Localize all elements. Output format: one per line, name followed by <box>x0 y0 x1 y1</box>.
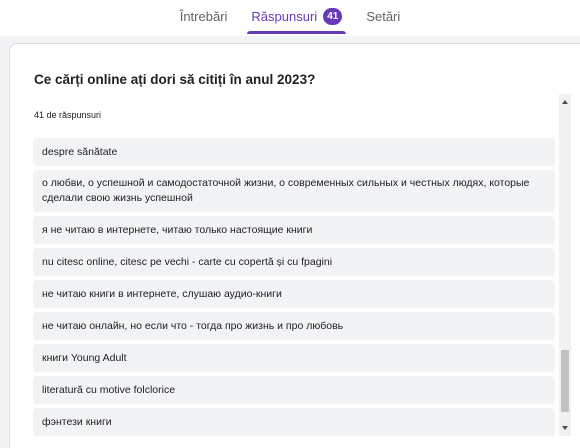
response-item: не читаю книги в интернете, слушаю аудио… <box>33 280 555 308</box>
response-text: не читаю книги в интернете, слушаю аудио… <box>42 287 282 300</box>
arrow-down-icon[interactable] <box>562 426 568 430</box>
response-text: о любви, о успешной и самодостаточной жи… <box>42 177 530 204</box>
response-item: о любви, о успешной и самодостаточной жи… <box>33 170 555 212</box>
response-text: nu citesc online, citesc pe vechi - cart… <box>42 255 333 268</box>
tab-settings[interactable]: Setări <box>358 0 408 36</box>
response-text: literatură cu motive folclorice <box>42 383 176 396</box>
response-text: я не читаю в интернете, читаю только нас… <box>42 223 313 236</box>
response-text: книги Young Adult <box>42 351 127 364</box>
tab-responses-label: Răspunsuri <box>251 9 318 24</box>
arrow-up-icon[interactable] <box>562 100 568 104</box>
response-item: книги Young Adult <box>33 344 555 372</box>
tab-questions[interactable]: Întrebări <box>172 0 236 36</box>
response-item: despre sănătate <box>33 138 555 166</box>
response-text: фэнтези книги <box>42 415 112 428</box>
question-summary-card: Ce cărți online ați dori să citiți în an… <box>9 43 580 448</box>
responses-count-badge: 41 <box>323 8 343 25</box>
tab-questions-label: Întrebări <box>179 9 228 24</box>
response-text: despre sănătate <box>42 145 118 158</box>
response-list-scrollbar[interactable] <box>559 94 571 436</box>
response-item: literatură cu motive folclorice <box>33 376 555 404</box>
response-item: я не читаю в интернете, читаю только нас… <box>33 216 555 244</box>
top-bar: Întrebări Răspunsuri 41 Setări <box>0 0 580 36</box>
response-count: 41 de răspunsuri <box>34 110 102 120</box>
response-item: фэнтези книги <box>33 408 555 436</box>
tab-bar: Întrebări Răspunsuri 41 Setări <box>0 0 580 36</box>
scrollbar-thumb[interactable] <box>561 350 569 412</box>
tab-settings-label: Setări <box>366 9 401 24</box>
tab-responses[interactable]: Răspunsuri 41 <box>243 0 350 36</box>
question-title: Ce cărți online ați dori să citiți în an… <box>34 72 316 87</box>
response-item: не читаю онлайн, но если что - тогда про… <box>33 312 555 340</box>
response-list[interactable]: despre sănătate о любви, о успешной и са… <box>33 138 555 448</box>
response-text: не читаю онлайн, но если что - тогда про… <box>42 319 344 332</box>
response-item: nu citesc online, citesc pe vechi - cart… <box>33 248 555 276</box>
